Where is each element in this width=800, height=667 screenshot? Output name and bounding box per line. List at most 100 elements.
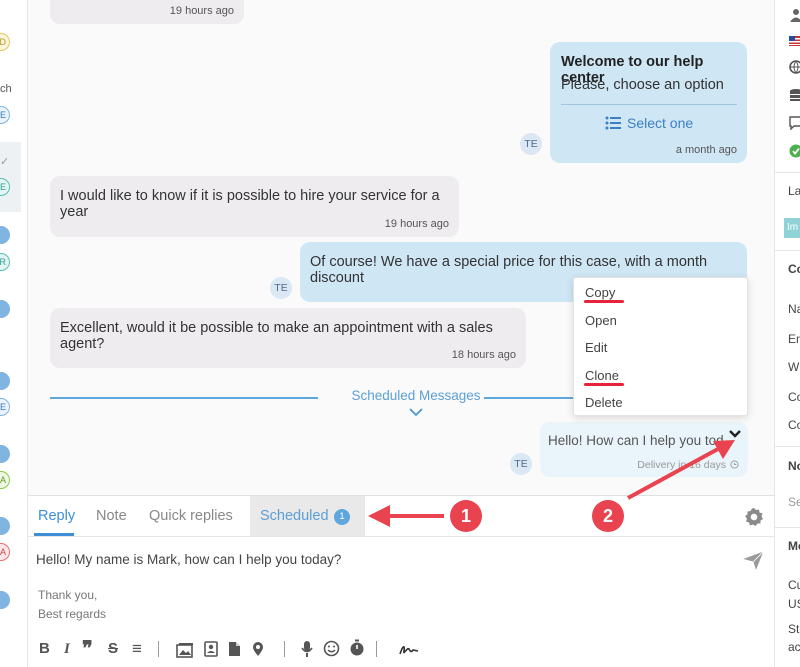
scheduled-messages-label: Scheduled Messages [351,388,481,403]
agent-avatar: TE [520,133,542,155]
message-context-menu: Copy Open Edit Clone Delete [573,277,748,416]
select-one-label: Select one [627,115,694,131]
copy-underline [584,300,624,303]
field-label-status: St [788,622,800,636]
location-icon[interactable] [252,641,264,657]
tab-quick-replies[interactable]: Quick replies [149,508,233,524]
field-label-country: Co [788,418,800,432]
outgoing-message: Welcome to our help center Please, choos… [550,42,747,163]
clock-icon [730,460,739,469]
read-check-icon: ✓ [0,156,10,168]
conversation-snippet[interactable]: ch [0,83,12,95]
separator-line [50,397,318,399]
signature-line: Best regards [38,607,107,621]
menu-item-open[interactable]: Open [585,313,617,328]
contact-details-sidebar: La Im Co Na Em Wh Co Co No Se Me Cu US S… [774,0,800,667]
message-text: Excellent, would it be possible to make … [60,320,493,352]
toolbar-separator [376,641,377,657]
section-divider [775,446,800,447]
timer-icon[interactable] [349,639,365,657]
notes-search[interactable]: Se [788,495,800,509]
section-label-contact: Co [788,262,800,276]
list-icon [605,116,621,130]
separator-line [484,397,574,399]
chat-messages-area: 19 hours ago Welcome to our help center … [28,0,774,495]
menu-item-copy[interactable]: Copy [585,285,615,300]
microphone-icon[interactable] [301,640,313,658]
field-value-currency: US [788,597,800,611]
message-text: Please, choose an option [561,77,724,93]
status-check-icon [789,144,800,158]
conversation-avatar[interactable] [0,372,10,390]
chevron-down-icon [409,408,423,417]
message-text: Hello! How can I help you tod [548,433,724,448]
scheduled-messages-toggle[interactable]: Scheduled Messages [320,388,512,420]
tab-scheduled-label: Scheduled [260,508,329,524]
send-icon[interactable] [741,550,765,572]
menu-item-edit[interactable]: Edit [585,340,607,355]
settings-gear-icon[interactable] [744,507,764,527]
conversation-list-sidebar: D ch E ✓ E R E A A [0,0,28,667]
conversation-avatar[interactable] [0,445,10,463]
globe-icon [789,60,800,74]
agent-avatar: TE [510,453,532,475]
select-one-button[interactable]: Select one [605,115,693,131]
delivery-info: Delivery in 16 days [637,459,726,471]
conversation-avatar[interactable]: A [0,471,10,489]
annotation-badge-2: 2 [592,500,624,532]
align-icon[interactable]: ≡ [132,640,142,658]
section-label-languages: La [788,184,800,198]
conversation-avatar[interactable]: D [0,33,10,51]
scheduled-message[interactable]: Hello! How can I help you tod Delivery i… [540,422,748,477]
toolbar-separator [158,641,159,657]
signature-line: Thank you, [38,588,98,602]
toolbar-separator [284,641,285,657]
conversation-avatar[interactable]: E [0,106,10,124]
incoming-message: I would like to know if it is possible t… [50,176,459,237]
signature-icon[interactable] [399,643,419,657]
field-label-name: Na [788,302,800,316]
message-timestamp: 19 hours ago [169,5,234,17]
strikethrough-icon[interactable]: S [108,640,118,658]
section-label-notes: No [788,459,800,473]
incoming-message: 19 hours ago [50,0,244,24]
message-timestamp: 19 hours ago [384,218,449,230]
clone-underline [584,383,624,386]
conversation-avatar[interactable] [0,591,10,609]
message-timestamp: a month ago [675,144,737,156]
language-tag[interactable]: Im [784,218,800,238]
message-timestamp: 18 hours ago [451,349,516,361]
conversation-avatar[interactable]: E [0,398,10,416]
emoji-icon[interactable] [323,640,340,657]
conversation-avatar[interactable] [0,300,10,318]
message-input[interactable]: Hello! My name is Mark, how can I help y… [36,552,341,567]
quote-icon[interactable]: ❞ [82,639,93,659]
bold-icon[interactable]: B [39,640,50,658]
divider [561,104,737,105]
contact-card-icon[interactable] [204,641,218,657]
conversation-avatar[interactable]: A [0,543,10,561]
menu-item-clone[interactable]: Clone [585,368,619,383]
italic-icon[interactable]: I [64,640,70,658]
gallery-icon[interactable] [176,642,194,658]
conversation-avatar[interactable]: R [0,253,10,271]
coins-icon [790,89,800,101]
conversation-avatar[interactable] [0,226,10,244]
field-label-company: Co [788,390,800,404]
tabs-divider [28,536,774,537]
scheduled-count-badge: 1 [334,509,350,525]
tab-reply[interactable]: Reply [38,508,75,524]
section-divider [775,172,800,173]
incoming-message: Excellent, would it be possible to make … [50,308,526,368]
field-label-whatsapp: Wh [788,360,800,374]
conversation-avatar[interactable] [0,517,10,535]
tab-scheduled[interactable]: Scheduled 1 [250,496,365,536]
tab-note[interactable]: Note [96,508,127,524]
field-value-status: ac [788,640,800,654]
section-divider [775,250,800,251]
menu-item-delete[interactable]: Delete [585,395,623,410]
user-icon [790,9,800,22]
field-label-email: Em [788,332,800,346]
message-options-chevron-icon[interactable] [729,430,741,439]
document-icon[interactable] [228,641,241,657]
